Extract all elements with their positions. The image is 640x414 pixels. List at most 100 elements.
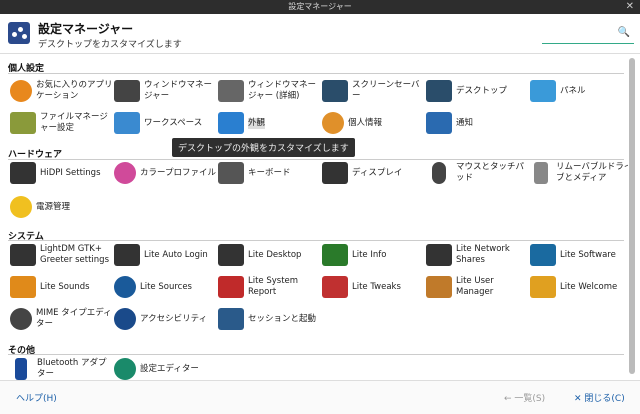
item-window-manager[interactable]: ウィンドウマネージャー [114, 75, 218, 107]
item-lightdm[interactable]: LightDM GTK+ Greeter settings [10, 239, 114, 271]
back-button[interactable]: ← 一覧(S) [504, 391, 545, 404]
session-icon [218, 308, 244, 330]
network-shares-icon [426, 244, 452, 266]
item-label: LightDM GTK+ Greeter settings [40, 244, 110, 265]
screensaver-icon [322, 80, 348, 102]
item-label: Lite Welcome [560, 281, 618, 292]
lightdm-icon [10, 244, 36, 266]
item-color-profile[interactable]: カラープロファイル [114, 157, 218, 189]
item-lite-network-shares[interactable]: Lite Network Shares [426, 239, 530, 271]
notification-icon [426, 112, 452, 134]
item-label: 通知 [456, 117, 474, 128]
item-window-manager-advanced[interactable]: ウィンドウマネージャー (詳細) [218, 75, 322, 107]
item-label: アクセシビリティ [140, 313, 208, 324]
item-label: Lite Software [560, 249, 616, 260]
item-workspace[interactable]: ワークスペース [114, 107, 218, 139]
header: 設定マネージャー デスクトップをカスタマイズします 🔍 [0, 14, 640, 54]
item-notifications[interactable]: 通知 [426, 107, 530, 139]
item-label: パネル [560, 85, 586, 96]
item-label: ウィンドウマネージャー [144, 80, 213, 101]
sounds-icon [10, 276, 36, 298]
item-label: Bluetooth アダプター [37, 358, 107, 379]
eject-icon [534, 162, 548, 184]
tooltip: デスクトップの外観をカスタマイズします [172, 138, 355, 157]
workspace-icon [114, 112, 140, 134]
help-button[interactable]: ヘルプ(H) [16, 391, 57, 404]
item-lite-system-report[interactable]: Lite System Report [218, 271, 322, 303]
item-lite-info[interactable]: Lite Info [322, 239, 426, 271]
star-icon [10, 80, 32, 102]
system-report-icon [218, 276, 244, 298]
item-removable-drives[interactable]: リムーバブルドライブとメディア [530, 157, 628, 189]
item-lite-sources[interactable]: Lite Sources [114, 271, 218, 303]
item-settings-editor[interactable]: 設定エディター [114, 353, 218, 380]
item-panel[interactable]: パネル [530, 75, 628, 107]
power-icon [10, 196, 32, 218]
item-label: ウィンドウマネージャー (詳細) [248, 80, 317, 101]
item-label: Lite Sounds [40, 281, 90, 292]
item-lite-auto-login[interactable]: Lite Auto Login [114, 239, 218, 271]
item-label: ファイルマネージャー設定 [40, 112, 108, 133]
settings-manager-icon [8, 22, 30, 44]
sources-icon [114, 276, 136, 298]
item-lite-user-manager[interactable]: Lite User Manager [426, 271, 530, 303]
item-power[interactable]: 電源管理 [10, 191, 114, 223]
item-label: セッションと起動 [248, 313, 317, 324]
item-label: HiDPI Settings [40, 167, 101, 178]
window-title: 設定マネージャー [288, 2, 352, 11]
user-manager-icon [426, 276, 452, 298]
item-mime-editor[interactable]: MIME タイプエディター [10, 303, 114, 335]
close-button[interactable]: ✕ 閉じる(C) [574, 391, 625, 404]
item-hidpi[interactable]: HiDPI Settings [10, 157, 114, 189]
item-label: MIME タイプエディター [36, 308, 112, 329]
window-manager-advanced-icon [218, 80, 244, 102]
appearance-icon [218, 112, 244, 134]
tweaks-icon [322, 276, 348, 298]
item-mouse[interactable]: マウスとタッチパッド [426, 157, 530, 189]
user-icon [322, 112, 344, 134]
window-manager-icon [114, 80, 140, 102]
search-icon[interactable]: 🔍 [618, 27, 630, 38]
welcome-icon [530, 276, 556, 298]
keyboard-icon [218, 162, 244, 184]
item-favorite-apps[interactable]: お気に入りのアプリケーション [10, 75, 114, 107]
item-label: 個人情報 [348, 117, 383, 128]
section-divider [8, 73, 624, 74]
item-desktop[interactable]: デスクトップ [426, 75, 530, 107]
search-box[interactable]: 🔍 [542, 24, 634, 44]
window-close-icon[interactable]: ✕ [626, 0, 634, 14]
item-label: スクリーンセーバー [352, 80, 420, 101]
hidpi-icon [10, 162, 36, 184]
item-personal-info[interactable]: 個人情報 [322, 107, 426, 139]
mouse-icon [432, 162, 446, 184]
scrollbar[interactable] [629, 58, 635, 374]
item-label: 設定エディター [140, 363, 199, 374]
bluetooth-icon [15, 358, 27, 380]
lock-icon [114, 244, 140, 266]
item-file-manager[interactable]: ファイルマネージャー設定 [10, 107, 114, 139]
scrollbar-thumb[interactable] [629, 58, 635, 374]
item-bluetooth[interactable]: Bluetooth アダプター [10, 353, 114, 380]
item-keyboard[interactable]: キーボード [218, 157, 322, 189]
page-title: 設定マネージャー [38, 22, 134, 36]
item-accessibility[interactable]: アクセシビリティ [114, 303, 218, 335]
item-label: Lite Auto Login [144, 249, 208, 260]
item-label: Lite Desktop [248, 249, 302, 260]
desktop-icon [426, 80, 452, 102]
item-display[interactable]: ディスプレイ [322, 157, 426, 189]
window-titlebar: 設定マネージャー ✕ [0, 0, 640, 14]
item-appearance[interactable]: 外観 [218, 107, 322, 139]
item-label: リムーバブルドライブとメディア [556, 162, 628, 183]
file-manager-icon [10, 112, 36, 134]
item-lite-desktop[interactable]: Lite Desktop [218, 239, 322, 271]
item-label: マウスとタッチパッド [456, 162, 525, 183]
color-profile-icon [114, 162, 136, 184]
item-lite-tweaks[interactable]: Lite Tweaks [322, 271, 426, 303]
search-input[interactable] [542, 24, 614, 42]
item-lite-sounds[interactable]: Lite Sounds [10, 271, 114, 303]
item-lite-welcome[interactable]: Lite Welcome [530, 271, 628, 303]
item-label: Lite User Manager [456, 276, 494, 297]
item-session-startup[interactable]: セッションと起動 [218, 303, 322, 335]
item-screensaver[interactable]: スクリーンセーバー [322, 75, 426, 107]
item-lite-software[interactable]: Lite Software [530, 239, 628, 271]
